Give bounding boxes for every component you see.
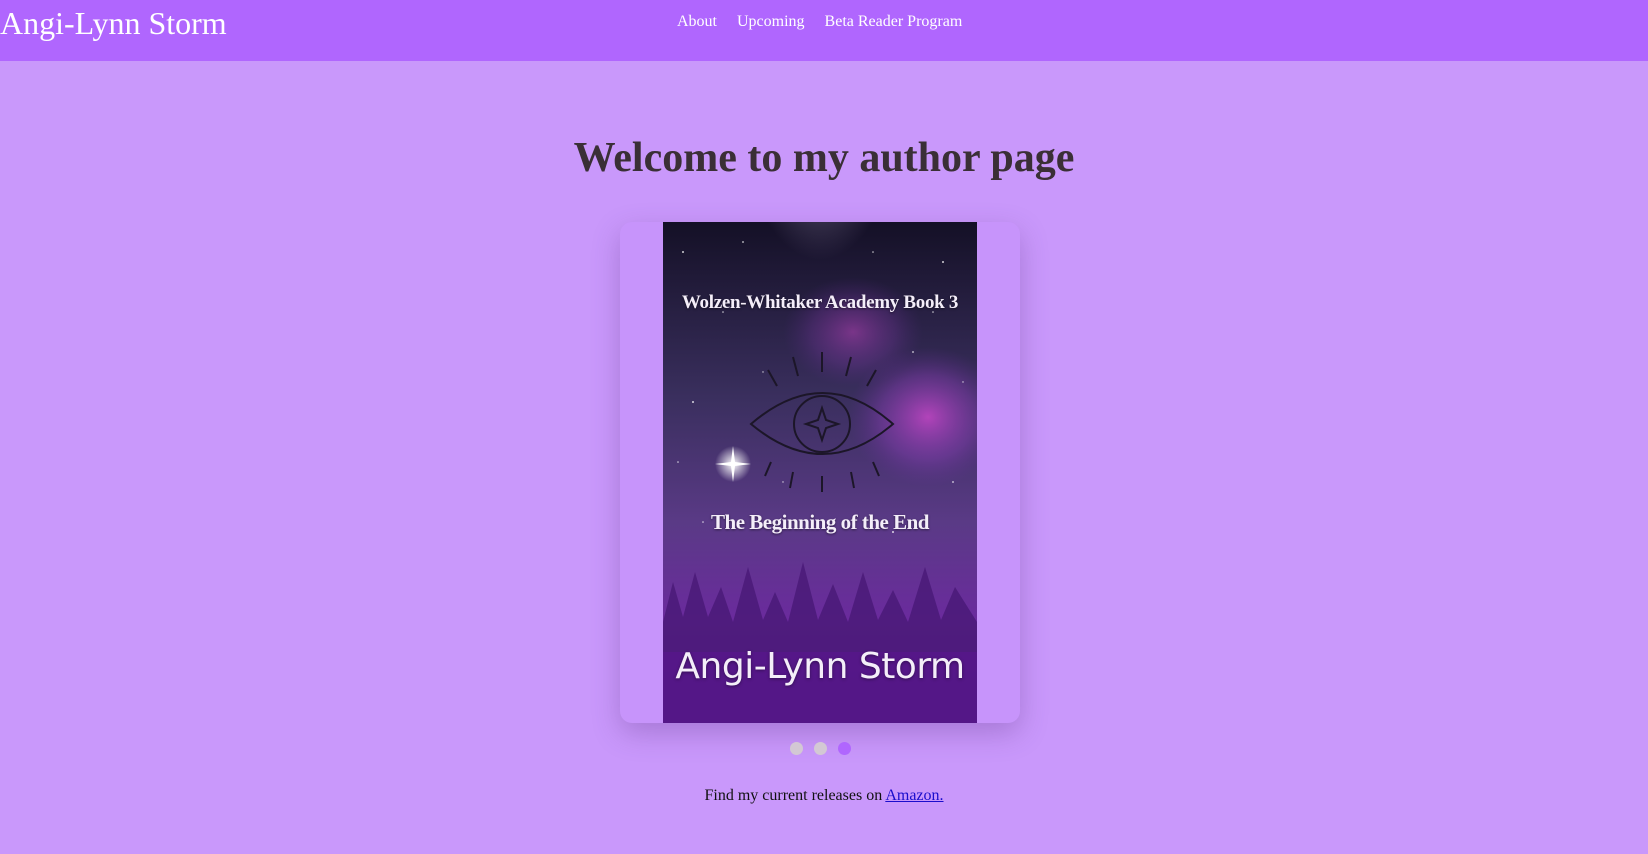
book-carousel: Wolzen-Whitaker Academy Book 3 The Begin… [620, 222, 1020, 723]
carousel-dot-1[interactable] [790, 742, 803, 755]
page-title: Welcome to my author page [573, 135, 1075, 181]
nav-links: About Upcoming Beta Reader Program [677, 12, 962, 32]
nav-upcoming-link[interactable]: Upcoming [737, 12, 805, 32]
cover-subtitle-text: The Beginning of the End [711, 510, 929, 534]
cover-author-text: Angi-Lynn Storm [675, 646, 965, 687]
site-brand[interactable]: Angi-Lynn Storm [0, 4, 227, 42]
carousel-dot-3-active[interactable] [838, 742, 851, 755]
carousel-dot-2[interactable] [814, 742, 827, 755]
releases-note: Find my current releases on Amazon. [0, 786, 1648, 806]
navbar: Angi-Lynn Storm About Upcoming Beta Read… [0, 0, 1648, 61]
nav-beta-reader-link[interactable]: Beta Reader Program [825, 12, 963, 32]
book-cover-image[interactable]: Wolzen-Whitaker Academy Book 3 The Begin… [663, 222, 977, 723]
carousel-indicators [790, 742, 851, 755]
cover-series-text: Wolzen-Whitaker Academy Book 3 [681, 292, 959, 313]
releases-text: Find my current releases on [704, 787, 886, 804]
amazon-link[interactable]: Amazon. [885, 787, 943, 804]
nav-about-link[interactable]: About [677, 12, 717, 32]
